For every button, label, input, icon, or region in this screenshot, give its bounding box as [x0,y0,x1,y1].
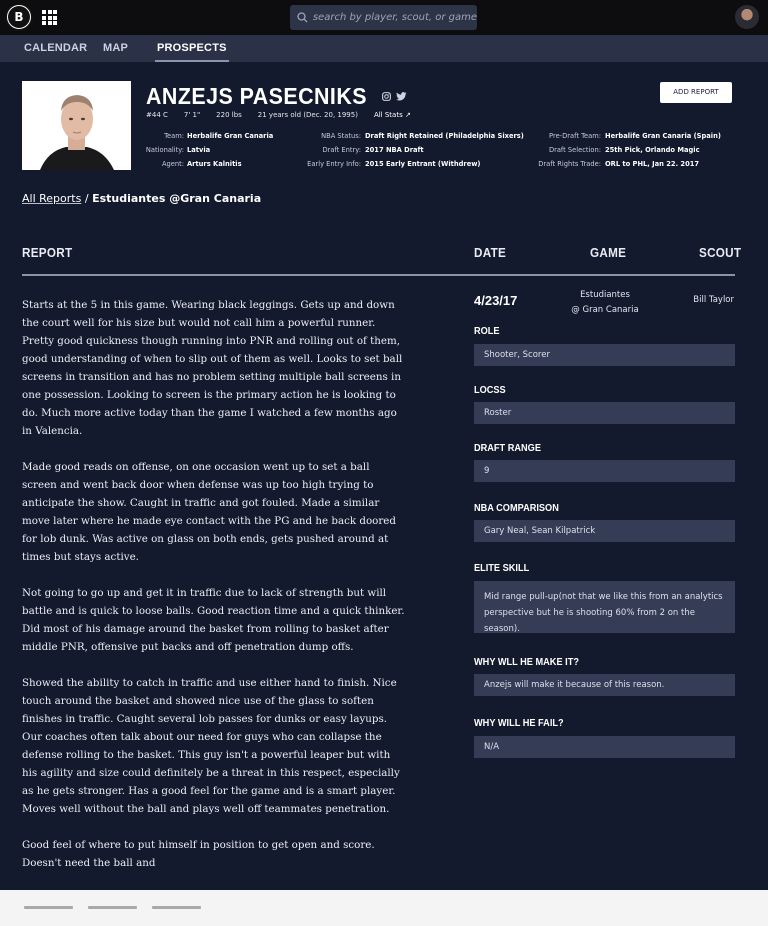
team-logo-mark: B [8,6,30,28]
player-weight: 220 lbs [216,111,242,119]
search-placeholder: search by player, scout, or game [312,12,477,23]
game-line-1: Estudiantes [580,290,630,300]
draft-entry-value: 2017 NBA Draft [365,146,424,154]
breadcrumb-current: Estudiantes @Gran Canaria [92,192,262,205]
player-name-row: ANZEJS PASECNIKS [146,82,407,110]
report-game: Estudiantes @ Gran Canaria [560,288,650,318]
all-stats-link[interactable]: All Stats ↗ [374,111,411,119]
player-name: ANZEJS PASECNIKS [146,82,367,109]
breadcrumb-all-reports-link[interactable]: All Reports [22,192,81,205]
draft-rights-trade-value: ORL to PHL, Jan 22. 2017 [605,160,700,168]
twitter-icon[interactable] [395,91,407,101]
why-make-it-value: Anzejs will make it because of this reas… [474,674,735,696]
instagram-icon[interactable] [381,91,391,101]
early-entry-value: 2015 Early Entrant (Withdrew) [365,160,481,168]
team-label: Team: [164,132,184,140]
game-header: GAME [590,245,627,260]
report-paragraph: Good feel of where to put himself in pos… [22,839,375,869]
breadcrumb-separator: / [84,192,89,205]
role-label: ROLE [474,326,500,337]
early-entry-label: Early Entry Info: [307,160,361,168]
player-number-position: #44 C [146,111,168,119]
draft-range-label: DRAFT RANGE [474,443,541,454]
nationality-label: Nationality: [145,146,184,154]
team-logo[interactable]: B [5,3,33,31]
game-line-2: @ Gran Canaria [571,305,639,315]
locss-label: LOCSS [474,385,506,396]
draft-selection-label: Draft Selection: [548,146,601,154]
agent-value: Arturs Kalnitis [187,160,242,168]
player-vitals: #44 C 7' 1" 220 lbs 21 years old (Dec. 2… [146,111,411,119]
social-links [381,91,407,101]
player-age: 21 years old (Dec. 20, 1995) [257,111,358,119]
report-scout: Bill Taylor [693,295,734,305]
player-info: Team: Nationality: Agent: Herbalife Gran… [0,132,768,172]
role-value: Shooter, Scorer [474,344,735,366]
pre-draft-team-value: Herbalife Gran Canaria (Spain) [605,132,721,140]
draft-range-value: 9 [474,460,735,482]
main-nav: CALENDAR MAP PROSPECTS [0,35,768,62]
report-header: REPORT [22,245,73,260]
nav-prospects[interactable]: PROSPECTS [155,35,229,62]
search-input[interactable]: search by player, scout, or game [290,5,477,30]
scout-header: SCOUT [699,245,742,260]
why-fail-value: N/A [474,736,735,758]
header-divider [22,274,735,276]
agent-label: Agent: [161,160,184,168]
nav-calendar[interactable]: CALENDAR [24,35,87,62]
draft-entry-label: Draft Entry: [322,146,361,154]
nba-status-label: NBA Status: [321,132,361,140]
report-paragraph: Starts at the 5 in this game. Wearing bl… [22,299,403,437]
elite-skill-value: Mid range pull-up(not that we like this … [474,581,735,634]
footer-placeholder-bar [88,906,137,909]
apps-grid-icon[interactable] [42,10,57,25]
footer-placeholder-bar [24,906,73,909]
report-paragraph: Made good reads on offense, on one occas… [22,461,396,563]
report-paragraph: Not going to go up and get it in traffic… [22,587,405,653]
nba-status-value: Draft Right Retained (Philadelphia Sixer… [365,132,524,140]
user-avatar[interactable] [735,5,759,29]
pre-draft-team-label: Pre-Draft Team: [549,132,601,140]
why-make-it-label: WHY WLL HE MAKE IT? [474,657,579,668]
nationality-value: Latvia [187,146,211,154]
locss-value: Roster [474,402,735,424]
top-bar: B search by player, scout, or game [0,0,768,35]
add-report-button[interactable]: ADD REPORT [660,82,732,103]
draft-rights-trade-label: Draft Rights Trade: [538,160,601,168]
report-date: 4/23/17 [474,293,518,308]
report-paragraph: Showed the ability to catch in traffic a… [22,677,400,815]
draft-selection-value: 25th Pick, Orlando Magic [605,146,700,154]
report-text: Starts at the 5 in this game. Wearing bl… [22,296,407,890]
search-icon [297,5,313,30]
elite-skill-label: ELITE SKILL [474,563,530,574]
nav-map[interactable]: MAP [103,35,128,62]
footer-placeholder-bar [152,906,201,909]
team-value: Herbalife Gran Canaria [187,132,274,140]
nba-comparison-label: NBA COMPARISON [474,503,559,514]
why-fail-label: WHY WILL HE FAIL? [474,718,564,729]
breadcrumb: All Reports / Estudiantes @Gran Canaria [22,192,261,205]
nba-comparison-value: Gary Neal, Sean Kilpatrick [474,520,735,542]
date-header: DATE [474,245,507,260]
player-height: 7' 1" [183,111,201,119]
